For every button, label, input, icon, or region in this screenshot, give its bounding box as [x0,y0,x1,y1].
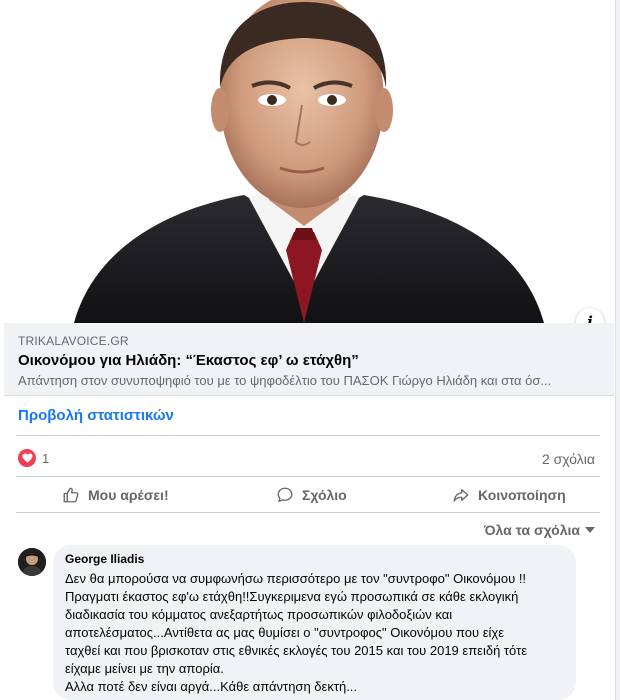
comment-text-line: είχαμε μείνει με την απορία. [65,661,224,676]
comment-bubble: George Iliadis Δεν θα μπορούσα να συμφων… [53,545,576,700]
comments-sort-dropdown[interactable]: Όλα τα σχόλια [484,522,595,538]
comment-text-line: ταχθεί και που βρισκοταν στις εθνικές εκ… [65,643,528,658]
comments-sort-label: Όλα τα σχόλια [484,522,580,538]
comment-text-line: αποτελέσματος...Αντίθετα ας μας θυμίσει … [65,625,505,640]
link-domain: TRIKALAVOICE.GR [18,334,129,348]
comment-label: Σχόλιο [302,487,347,503]
portrait-photo [4,0,614,323]
thumbs-up-icon [63,487,79,503]
caret-down-icon [585,527,595,533]
reaction-count[interactable]: 1 [42,451,49,466]
share-icon [453,489,469,502]
divider [16,512,600,513]
link-description: Απάντηση στον συνυποψηφιό του με το ψηφο… [18,373,552,388]
comment-icon [277,487,293,503]
comment-text-line: Αλλα ποτέ δεν είναι αργά...Κάθε απάντηση… [65,679,358,694]
comment-text-line: Πραγματι έκαστος εφ'ω ετάχθη!!Συγκεριμεν… [65,589,519,604]
avatar[interactable] [18,548,46,576]
comment-count[interactable]: 2 σχόλια [542,451,595,467]
comment-author[interactable]: George Iliadis [65,552,564,566]
share-button[interactable]: Κοινοποίηση [452,485,566,505]
divider [16,435,600,436]
comment-text-line: Δεν θα μπορούσα να συμφωνήσω περισσότερο… [65,571,527,586]
love-reaction-icon[interactable] [18,449,36,467]
comment-button[interactable]: Σχόλιο [276,485,347,505]
share-label: Κοινοποίηση [478,487,566,503]
view-insights-link[interactable]: Προβολή στατιστικών [18,407,174,424]
link-preview-image[interactable] [4,0,614,323]
post-card: i TRIKALAVOICE.GR Οικονόμου για Ηλιάδη: … [0,0,616,700]
link-preview[interactable]: TRIKALAVOICE.GR Οικονόμου για Ηλιάδη: “Έ… [4,323,614,396]
comment-text-line: διαδικασία του κόμματος ανεξαρτήτως προσ… [65,607,453,622]
like-label: Μου αρέσει! [88,487,169,503]
link-title[interactable]: Οικονόμου για Ηλιάδη: “Έκαστος εφ’ ω ετά… [18,352,359,369]
divider [16,476,600,477]
like-button[interactable]: Μου αρέσει! [62,485,169,505]
